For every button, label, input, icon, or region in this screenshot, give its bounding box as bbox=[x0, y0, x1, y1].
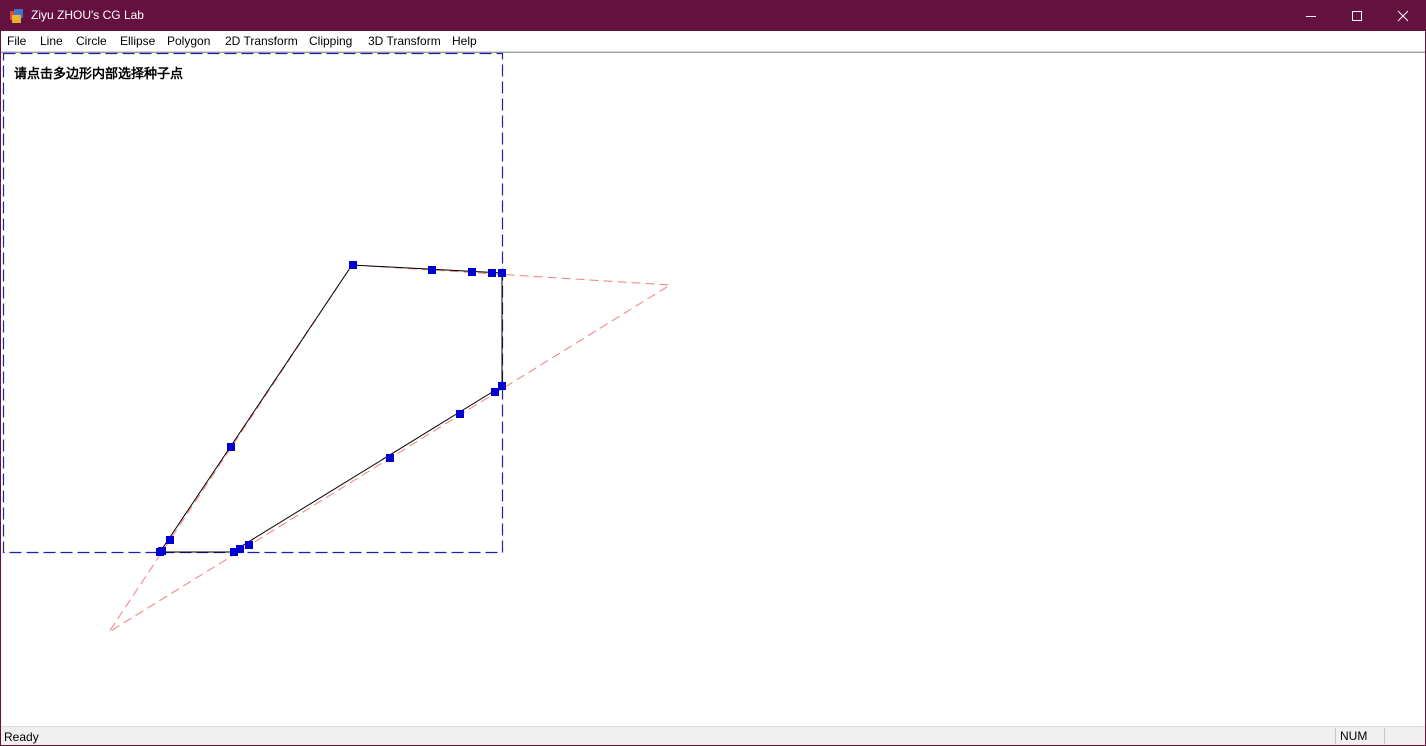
menu-ellipse[interactable]: Ellipse bbox=[120, 33, 155, 49]
status-text: Ready bbox=[4, 730, 39, 744]
menu-polygon[interactable]: Polygon bbox=[167, 33, 210, 49]
menu-help[interactable]: Help bbox=[452, 33, 477, 49]
menu-clipping[interactable]: Clipping bbox=[309, 33, 352, 49]
maximize-icon bbox=[1352, 10, 1362, 21]
minimize-icon bbox=[1306, 15, 1316, 17]
menu-circle[interactable]: Circle bbox=[76, 33, 107, 49]
num-lock-indicator: NUM bbox=[1335, 728, 1385, 744]
menu-file[interactable]: File bbox=[7, 33, 26, 49]
close-button[interactable] bbox=[1380, 0, 1426, 31]
menu-3d-transform[interactable]: 3D Transform bbox=[368, 33, 441, 49]
app-icon bbox=[10, 9, 23, 23]
close-icon bbox=[1397, 10, 1409, 21]
maximize-button[interactable] bbox=[1334, 0, 1380, 31]
seed-point-prompt: 请点击多边形内部选择种子点 bbox=[14, 67, 184, 82]
title-bar[interactable]: Ziyu ZHOU's CG Lab bbox=[0, 0, 1426, 31]
drawing-canvas[interactable] bbox=[1, 52, 1425, 726]
menu-bar: File Line Circle Ellipse Polygon 2D Tran… bbox=[1, 31, 1425, 52]
status-bar: Ready NUM bbox=[1, 726, 1425, 746]
menu-line[interactable]: Line bbox=[40, 33, 63, 49]
window-title: Ziyu ZHOU's CG Lab bbox=[31, 8, 144, 22]
minimize-button[interactable] bbox=[1288, 0, 1334, 31]
menu-2d-transform[interactable]: 2D Transform bbox=[225, 33, 298, 49]
